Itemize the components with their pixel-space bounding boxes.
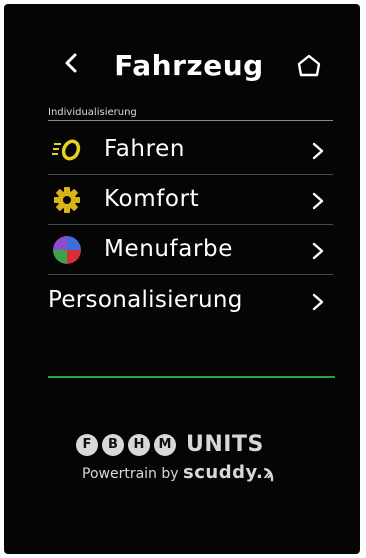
menu-item-personalisierung[interactable]: Personalisierung	[48, 276, 333, 326]
home-button[interactable]	[296, 54, 322, 78]
tagline-text: Powertrain by	[82, 466, 179, 482]
chevron-right-icon	[312, 192, 324, 210]
brand-letter: F	[76, 434, 98, 456]
device-bezel: Fahrzeug Individualisierung Fahren Komfo…	[4, 4, 360, 554]
brand-letter: H	[128, 434, 150, 456]
brand-letter: B	[102, 434, 124, 456]
menu-item-label: Fahren	[104, 136, 186, 162]
brand-letter: M	[154, 434, 176, 456]
section-divider	[48, 120, 333, 121]
brand-tagline: Powertrain by scuddy.ϡ	[82, 464, 275, 483]
chevron-right-icon	[312, 142, 324, 160]
chevron-right-icon	[312, 242, 324, 260]
back-button[interactable]	[56, 48, 86, 78]
color-wheel-icon	[53, 236, 81, 264]
vehicle-screen: Fahrzeug Individualisierung Fahren Komfo…	[4, 4, 360, 554]
menu-item-label: Menufarbe	[104, 236, 233, 262]
maker-name: scuddy.ϡ	[183, 462, 276, 483]
gear-icon	[54, 187, 80, 213]
chevron-left-icon	[65, 53, 77, 73]
brand-letters: F B H M UNITS	[76, 432, 306, 462]
menu-item-label: Personalisierung	[48, 287, 243, 313]
drive-mode-icon	[52, 139, 81, 161]
brand-logo: F B H M UNITS Powertrain by scuddy.ϡ	[76, 432, 306, 482]
menu-item-fahren[interactable]: Fahren	[48, 125, 333, 175]
home-icon	[297, 54, 321, 77]
green-divider-line	[48, 376, 335, 378]
page-title: Fahrzeug	[114, 49, 264, 82]
menu-item-komfort[interactable]: Komfort	[48, 175, 333, 225]
section-label: Individualisierung	[48, 107, 137, 118]
menu-item-label: Komfort	[104, 186, 200, 212]
chevron-right-icon	[312, 293, 324, 311]
menu-item-menufarbe[interactable]: Menufarbe	[48, 225, 333, 275]
brand-units-text: UNITS	[186, 432, 264, 457]
row-divider	[48, 274, 333, 275]
